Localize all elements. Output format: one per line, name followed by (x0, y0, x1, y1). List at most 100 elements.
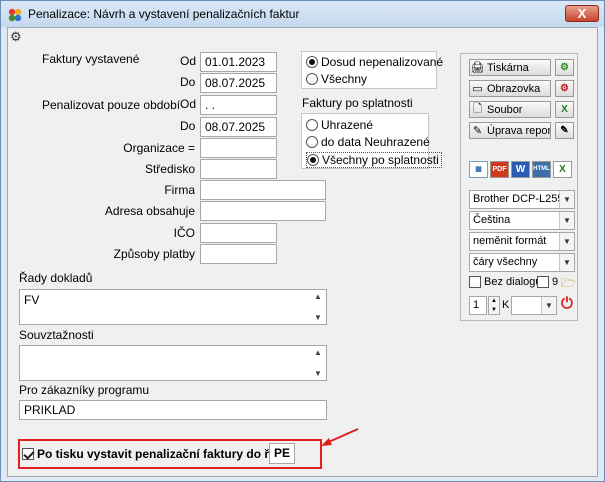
excel-format-icon[interactable]: X (553, 161, 572, 178)
red-arrow-icon (321, 428, 359, 446)
radio-do-data-neuhrazene[interactable]: do data Neuhrazené (306, 135, 430, 149)
edit-report-icon: ✎ (472, 125, 483, 137)
organizace-input[interactable] (200, 138, 277, 158)
scroll-down-icon[interactable]: ▼ (312, 369, 324, 378)
radio-dot (306, 56, 318, 68)
uprava-label: Úprava reportu (487, 124, 551, 137)
penalizovat-od-label: Od (180, 97, 197, 111)
folder-icon[interactable]: 🗁 (561, 274, 576, 295)
ico-label: IČO (173, 226, 195, 240)
penalizovat-od-input[interactable]: . . (200, 95, 277, 115)
pencil-icon[interactable]: ✎ (555, 122, 574, 139)
checkbox-box (469, 276, 481, 288)
count-suffix: K (502, 299, 510, 311)
copies-flag-checkbox[interactable]: 9 (537, 276, 558, 288)
format-select[interactable]: neměnit formát ▼ (469, 232, 575, 251)
issue-option-checkbox[interactable]: Po tisku vystavit penalizační faktury do… (22, 447, 290, 461)
close-button[interactable]: X (565, 5, 599, 22)
pro-zakazniky-label: Pro zákazníky programu (19, 383, 150, 397)
count-spinner[interactable]: ▲ ▼ (488, 296, 500, 315)
radio-uhrazene[interactable]: Uhrazené (306, 118, 373, 132)
lines-select[interactable]: čáry všechny ▼ (469, 253, 575, 272)
tiskarna-label: Tiskárna (487, 61, 529, 74)
soubor-button[interactable]: 🗋 Soubor (469, 101, 551, 118)
printer-settings-icon[interactable]: ⚙ (555, 59, 574, 76)
count-select[interactable]: ▼ (511, 296, 557, 315)
chevron-down-icon: ▼ (559, 191, 574, 208)
issue-series-input[interactable]: PE (269, 443, 295, 464)
radio-label: Uhrazené (321, 118, 374, 132)
language-value: Čeština (473, 214, 511, 226)
stredisko-input[interactable] (200, 159, 277, 179)
printer-icon: 🖨 (470, 62, 485, 74)
excel-icon[interactable]: X (555, 101, 574, 118)
penalization-filter-group: Dosud nepenalizované Všechny (301, 51, 443, 89)
penalizovat-label: Penalizovat pouze období (42, 98, 181, 112)
rady-dokladu-label: Řady dokladů (19, 271, 93, 285)
vystavene-od-input[interactable]: 01.01.2023 (200, 52, 277, 72)
obrazovka-button[interactable]: ▭ Obrazovka (469, 80, 551, 97)
table-format-icon[interactable]: ▦ (469, 161, 488, 178)
vystavene-do-input[interactable]: 08.07.2025 (200, 73, 277, 93)
preview-settings-icon[interactable]: ⚙ (555, 80, 574, 97)
ico-input[interactable] (200, 223, 277, 243)
penalizace-window: Penalizace: Návrh a vystavení penalizačn… (0, 0, 605, 482)
radio-label: Všechny (321, 72, 368, 86)
splatnost-label: Faktury po splatnosti (302, 96, 413, 110)
chevron-down-icon: ▼ (541, 297, 556, 314)
radio-vsechny-po-splatnosti[interactable]: Všechny po splatnosti (306, 152, 442, 168)
html-format-icon[interactable]: HTML (532, 161, 551, 178)
splatnost-group: Uhrazené do data Neuhrazené Všechny po s… (301, 113, 442, 169)
radio-dosud-nepenalizovane[interactable]: Dosud nepenalizované (306, 55, 443, 69)
pdf-format-icon[interactable]: PDF (490, 161, 509, 178)
bez-dialogu-checkbox[interactable]: Bez dialogu (469, 276, 542, 288)
output-panel: 🖨 Tiskárna ⚙ ▭ Obrazovka ⚙ 🗋 Soubor X ✎ … (460, 53, 578, 321)
window-title: Penalizace: Návrh a vystavení penalizačn… (28, 7, 300, 21)
rady-dokladu-input[interactable]: FV ▲ ▼ (19, 289, 327, 325)
adresa-input[interactable] (200, 201, 326, 221)
checkbox-box (537, 276, 549, 288)
power-icon[interactable]: ⏻ (561, 295, 573, 312)
tiskarna-button[interactable]: 🖨 Tiskárna (469, 59, 551, 76)
language-select[interactable]: Čeština ▼ (469, 211, 575, 230)
radio-vsechny[interactable]: Všechny (306, 72, 367, 86)
title-bar: Penalizace: Návrh a vystavení penalizačn… (1, 1, 604, 27)
souvztaznosti-input[interactable]: ▲ ▼ (19, 345, 327, 381)
soubor-label: Soubor (487, 103, 523, 116)
vystavene-od-label: Od (180, 54, 197, 68)
scroll-up-icon[interactable]: ▲ (312, 292, 324, 301)
organizace-label: Organizace = (123, 141, 195, 155)
printer-select[interactable]: Brother DCP-L2550DN ▼ (469, 190, 575, 209)
app-icon (8, 8, 22, 22)
adresa-label: Adresa obsahuje (104, 204, 195, 218)
radio-label: Dosud nepenalizované (321, 55, 444, 69)
file-icon: 🗋 (473, 103, 482, 115)
radio-label: Všechny po splatnosti (322, 153, 439, 167)
issue-option-label: Po tisku vystavit penalizační faktury do… (37, 447, 290, 461)
radio-dot (306, 73, 318, 85)
word-format-icon[interactable]: W (511, 161, 530, 178)
gear-icon[interactable]: ⚙ (10, 29, 22, 45)
uprava-reportu-button[interactable]: ✎ Úprava reportu (469, 122, 551, 139)
scroll-up-icon[interactable]: ▲ (312, 348, 324, 357)
zpusoby-platby-input[interactable] (200, 244, 277, 264)
firma-input[interactable] (200, 180, 326, 200)
radio-dot (306, 136, 318, 148)
chevron-down-icon: ▼ (559, 233, 574, 250)
scroll-down-icon[interactable]: ▼ (312, 313, 324, 322)
penalizovat-do-input[interactable]: 08.07.2025 (200, 117, 277, 137)
bez-dialogu-label: Bez dialogu (484, 276, 542, 288)
penalizovat-do-label: Do (180, 119, 196, 133)
zpusoby-platby-label: Způsoby platby (113, 247, 195, 261)
stredisko-label: Středisko (144, 162, 195, 176)
vystavene-do-label: Do (180, 75, 196, 89)
radio-dot (306, 119, 318, 131)
copies-flag-label: 9 (552, 276, 559, 288)
souvztaznosti-label: Souvztažnosti (19, 328, 94, 342)
pro-zakazniky-input[interactable]: PRIKLAD (19, 400, 327, 420)
format-value: neměnit formát (473, 235, 547, 247)
client-area: ⚙ Faktury vystavené Od 01.01.2023 Do 08.… (7, 27, 598, 477)
radio-dot (307, 154, 319, 166)
count-input[interactable]: 1 (469, 296, 487, 315)
firma-label: Firma (164, 183, 195, 197)
